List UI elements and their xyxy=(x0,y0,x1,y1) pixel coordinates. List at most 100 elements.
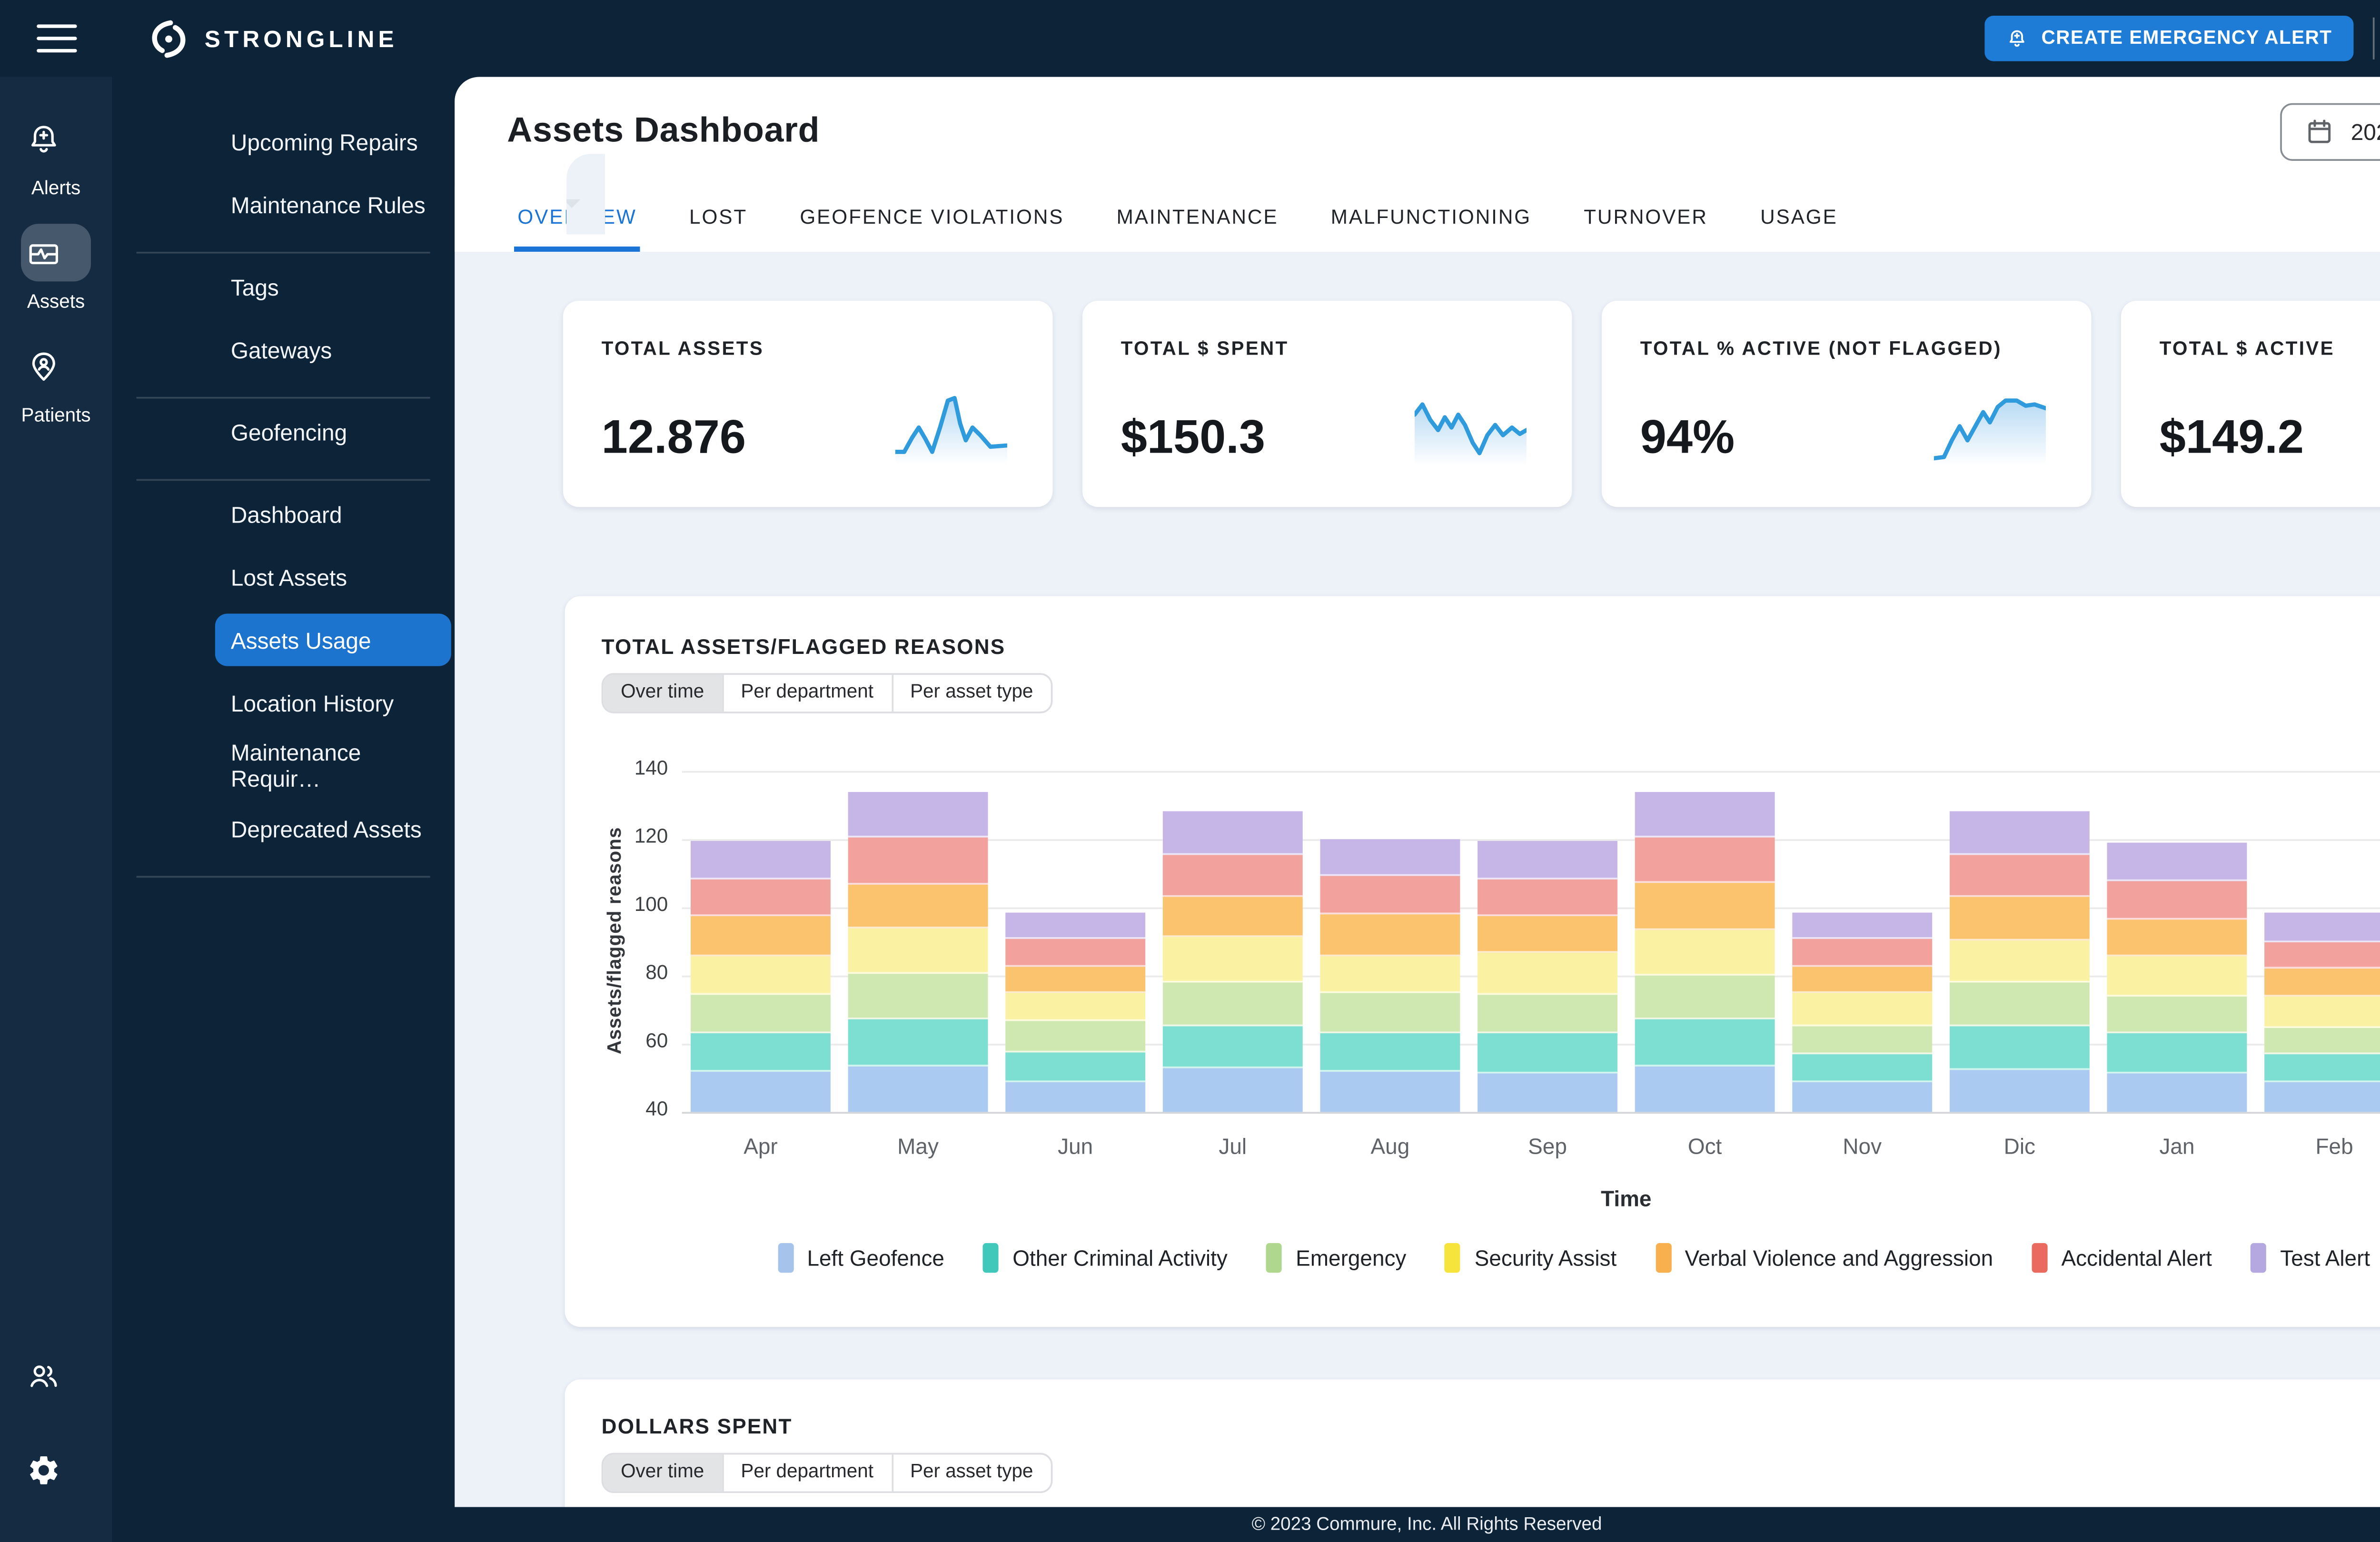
sidebar-item-upcoming-repairs[interactable]: Upcoming Repairs xyxy=(112,110,455,173)
x-tick-label: Jan xyxy=(2107,1135,2247,1159)
bar-segment-verbal-violence-and-aggression xyxy=(2107,919,2247,956)
bar-jul xyxy=(1163,812,1303,1112)
sidebar-item-label: Geofencing xyxy=(231,419,347,445)
bar-segment-emergency xyxy=(1005,1021,1145,1053)
bar-segment-emergency xyxy=(1163,982,1303,1026)
tab-turnover[interactable]: TURNOVER xyxy=(1584,185,1708,252)
toggle-per-department[interactable]: Per department xyxy=(722,675,891,712)
y-tick-label: 80 xyxy=(581,963,668,984)
legend-swatch xyxy=(1655,1243,1671,1273)
gear-button[interactable] xyxy=(26,1453,86,1497)
bar-segment-test-alert xyxy=(1478,840,1617,879)
bar-segment-left-geofence xyxy=(1792,1083,1932,1112)
sidebar-item-location-history[interactable]: Location History xyxy=(112,672,455,734)
y-tick-label: 60 xyxy=(581,1031,668,1052)
x-tick-label: Feb xyxy=(2264,1135,2380,1159)
bar-segment-other-criminal-activity xyxy=(1792,1054,1932,1083)
y-axis-title: Assets/flagged reasons xyxy=(605,827,626,1054)
bar-segment-verbal-violence-and-aggression xyxy=(2264,969,2380,997)
legend-label: Test Alert xyxy=(2280,1245,2370,1270)
strongline-logo-icon xyxy=(149,19,188,59)
menu-icon[interactable] xyxy=(0,24,112,53)
brand-name: STRONGLINE xyxy=(205,25,398,51)
bar-segment-security-assist xyxy=(1478,952,1617,995)
sidebar-item-lost-assets[interactable]: Lost Assets xyxy=(112,545,455,608)
toggle-over-time[interactable]: Over time xyxy=(603,1454,722,1491)
sidebar-item-dashboard[interactable]: Dashboard xyxy=(112,483,455,545)
sidebar: AssetsAlertsRepairsUpcoming RepairsMaint… xyxy=(112,77,455,1542)
y-tick-label: 140 xyxy=(581,759,668,780)
legend-label: Emergency xyxy=(1296,1245,1406,1270)
bar-segment-accidental-alert xyxy=(2107,881,2247,919)
bar-segment-accidental-alert xyxy=(2264,941,2380,969)
toggle-over-time[interactable]: Over time xyxy=(603,675,722,712)
legend-swatch xyxy=(1445,1243,1460,1273)
dollars-spent-title: DOLLARS SPENT xyxy=(602,1414,793,1439)
bar-segment-accidental-alert xyxy=(1320,875,1460,914)
bar-segment-verbal-violence-and-aggression xyxy=(848,884,988,929)
bar-sep xyxy=(1478,840,1617,1112)
bar-segment-emergency xyxy=(1950,982,2090,1026)
sidebar-item-assets-usage[interactable]: Assets Usage xyxy=(215,613,451,666)
bar-feb xyxy=(2264,913,2380,1112)
sidebar-divider xyxy=(137,876,430,878)
toggle-per-department[interactable]: Per department xyxy=(722,1454,891,1491)
x-tick-label: Sep xyxy=(1478,1135,1617,1159)
sparkline-chart xyxy=(1934,392,2046,469)
toggle-per-asset-type[interactable]: Per asset type xyxy=(891,1454,1051,1491)
legend-swatch xyxy=(983,1243,999,1273)
sidebar-item-maintenance-requir[interactable]: Maintenance Requir… xyxy=(112,734,455,797)
tab-lost[interactable]: LOST xyxy=(689,185,747,252)
legend-label: Other Criminal Activity xyxy=(1012,1245,1228,1270)
sidebar-item-label: Dashboard xyxy=(231,501,342,527)
bar-apr xyxy=(691,840,831,1112)
y-tick-label: 120 xyxy=(581,827,668,848)
bar-segment-security-assist xyxy=(1635,930,1775,975)
rail-item-assets[interactable]: Assets xyxy=(0,224,112,313)
bar-segment-accidental-alert xyxy=(1163,855,1303,897)
bar-segment-test-alert xyxy=(1320,839,1460,875)
bar-segment-other-criminal-activity xyxy=(2264,1054,2380,1082)
rail-item-patients[interactable]: Patients xyxy=(0,337,112,426)
stat-card-value: $150.3 xyxy=(1121,411,1265,465)
date-range-picker[interactable]: 2024-02-24 - 2024-03-25 xyxy=(2281,102,2380,160)
rail-item-alerts[interactable]: Alerts xyxy=(0,110,112,199)
bar-segment-security-assist xyxy=(1792,994,1932,1026)
sidebar-item-label: Upcoming Repairs xyxy=(231,128,418,155)
bar-may xyxy=(848,792,988,1112)
bar-segment-verbal-violence-and-aggression xyxy=(1478,917,1617,952)
sidebar-item-reports[interactable]: Reports xyxy=(566,171,605,234)
create-emergency-alert-button[interactable]: CREATE EMERGENCY ALERT xyxy=(1985,16,2353,61)
bar-segment-accidental-alert xyxy=(848,838,988,884)
tab-usage[interactable]: USAGE xyxy=(1760,185,1838,252)
sidebar-item-tags[interactable]: Tags xyxy=(112,255,455,318)
rail-item-label: Patients xyxy=(21,405,91,426)
bar-segment-left-geofence xyxy=(2264,1082,2380,1112)
bar-segment-left-geofence xyxy=(1005,1082,1145,1112)
bar-jun xyxy=(1005,912,1145,1112)
date-range-value: 2024-02-24 - 2024-03-25 xyxy=(2351,118,2380,144)
sidebar-item-gateways[interactable]: Gateways xyxy=(112,318,455,381)
stat-card-label: TOTAL $ ACTIVE xyxy=(2160,339,2335,360)
tab-geofence-violations[interactable]: GEOFENCE VIOLATIONS xyxy=(800,185,1064,252)
bar-segment-emergency xyxy=(848,974,988,1020)
sidebar-item-label: Gateways xyxy=(231,336,332,363)
bar-segment-other-criminal-activity xyxy=(691,1034,831,1072)
bar-segment-emergency xyxy=(2264,1028,2380,1054)
x-axis-title: Time xyxy=(682,1187,2380,1211)
sidebar-item-geofencing[interactable]: Geofencing xyxy=(112,400,455,463)
sidebar-item-deprecated-assets[interactable]: Deprecated Assets xyxy=(112,797,455,860)
alert-bell-plus-icon xyxy=(2006,27,2029,50)
tab-malfunctioning[interactable]: MALFUNCTIONING xyxy=(1331,185,1531,252)
tab-maintenance[interactable]: MAINTENANCE xyxy=(1117,185,1279,252)
bar-segment-emergency xyxy=(1792,1026,1932,1054)
sidebar-divider xyxy=(137,479,430,481)
brand-logo: STRONGLINE xyxy=(149,19,398,59)
sidebar-item-maintenance-rules[interactable]: Maintenance Rules xyxy=(112,173,455,236)
y-tick-label: 40 xyxy=(581,1100,668,1121)
x-tick-label: Apr xyxy=(691,1135,831,1159)
toggle-per-asset-type[interactable]: Per asset type xyxy=(891,675,1051,712)
patients-icon xyxy=(26,349,61,384)
bar-segment-other-criminal-activity xyxy=(848,1020,988,1066)
people-button[interactable] xyxy=(26,1358,86,1402)
